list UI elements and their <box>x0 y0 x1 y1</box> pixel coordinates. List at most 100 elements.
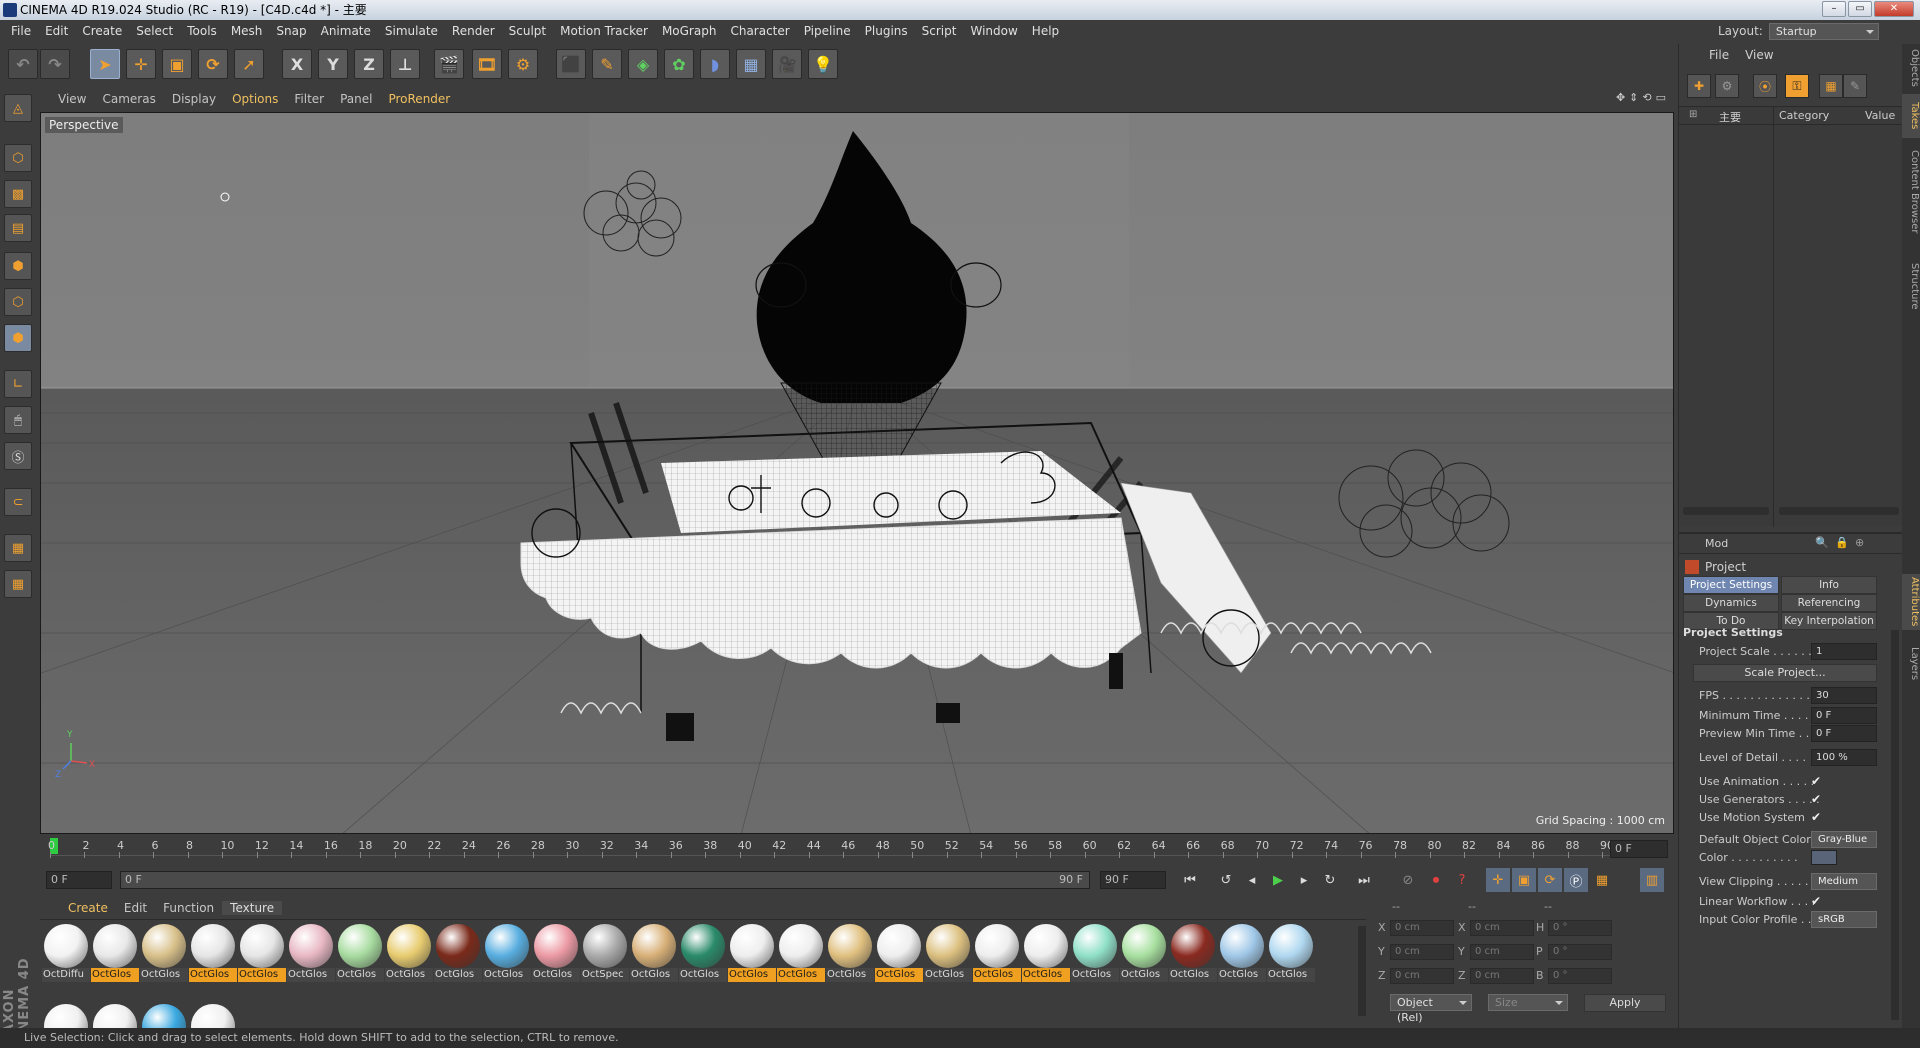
edges-mode-icon[interactable]: ⬡ <box>4 288 32 316</box>
material-swatch[interactable]: OctGlos <box>728 924 776 982</box>
preview-range-slider[interactable]: 0 F 90 F <box>120 871 1090 889</box>
texture-mode-icon[interactable]: ▩ <box>4 180 32 208</box>
menu-snap[interactable]: Snap <box>269 20 313 42</box>
play-icon[interactable]: ▶ <box>1266 868 1290 892</box>
points-mode-icon[interactable]: ⬢ <box>4 252 32 280</box>
viewport-menu-panel[interactable]: Panel <box>332 92 380 106</box>
end-frame-field[interactable]: 90 F <box>1100 871 1166 889</box>
viewport-menu-display[interactable]: Display <box>164 92 224 106</box>
tweak-mode-icon[interactable]: 🖱 <box>4 406 32 434</box>
side-tab-structure[interactable]: Structure <box>1902 244 1920 328</box>
side-tab-takes[interactable]: Takes <box>1902 94 1920 138</box>
material-tab-function[interactable]: Function <box>155 901 222 915</box>
material-swatch[interactable] <box>91 1004 139 1028</box>
material-swatch[interactable]: OctGlos <box>1218 924 1266 982</box>
attribute-value-field[interactable]: 1 <box>1811 643 1877 660</box>
objects-menu-view[interactable]: View <box>1745 48 1773 62</box>
take-tools-icon[interactable]: ✎ <box>1843 74 1867 98</box>
attribute-checkbox[interactable]: ✔ <box>1811 894 1821 908</box>
make-editable-icon[interactable]: ◬ <box>4 94 32 122</box>
material-swatch[interactable]: OctGlos <box>1169 924 1217 982</box>
menu-create[interactable]: Create <box>75 20 129 42</box>
viewport-menu-prorender[interactable]: ProRender <box>380 92 458 106</box>
render-view-icon[interactable]: 🎬 <box>434 49 464 79</box>
menu-file[interactable]: File <box>4 20 38 42</box>
material-swatch[interactable] <box>189 1004 237 1028</box>
menu-window[interactable]: Window <box>963 20 1024 42</box>
material-swatch[interactable]: OctGlos <box>924 924 972 982</box>
floor-icon[interactable]: ▦ <box>736 49 766 79</box>
material-swatch[interactable]: OctGlos <box>1022 924 1070 982</box>
axis-mode-icon[interactable]: ∟ <box>4 370 32 398</box>
material-swatch[interactable]: OctGlos <box>483 924 531 982</box>
orbit-icon[interactable]: ⟲ <box>1642 91 1651 104</box>
coord-value-field[interactable]: 0 ° <box>1548 944 1612 960</box>
light-icon[interactable]: 💡 <box>808 49 838 79</box>
cube-icon[interactable]: ⬛ <box>556 49 586 79</box>
material-swatch[interactable]: OctGlos <box>973 924 1021 982</box>
subdivision-icon[interactable]: ◈ <box>628 49 658 79</box>
previous-key-icon[interactable]: ↺ <box>1214 868 1238 892</box>
cloner-icon[interactable]: ✿ <box>664 49 694 79</box>
material-swatch[interactable]: OctGlos <box>1120 924 1168 982</box>
value-column-header[interactable]: Value <box>1865 109 1895 122</box>
coord-value-field[interactable]: 0 cm <box>1470 920 1534 936</box>
material-swatch[interactable] <box>42 1004 90 1028</box>
viewport-menu-cameras[interactable]: Cameras <box>94 92 163 106</box>
coordinate-system-icon[interactable]: ⊥ <box>390 49 420 79</box>
locked-workplane-icon[interactable]: ▦ <box>4 534 32 562</box>
material-swatch[interactable] <box>140 1004 188 1028</box>
material-swatch[interactable]: OctGlos <box>777 924 825 982</box>
attribute-dropdown[interactable]: Gray-Blue <box>1811 831 1877 848</box>
coord-size-dropdown[interactable]: Size <box>1488 994 1568 1011</box>
material-tab-create[interactable]: Create <box>60 901 116 915</box>
material-swatch[interactable]: OctSpec <box>581 924 629 982</box>
material-scrollbar[interactable] <box>1358 926 1366 1016</box>
planar-workplane-icon[interactable]: ▦ <box>4 570 32 598</box>
menu-sculpt[interactable]: Sculpt <box>502 20 553 42</box>
render-settings-icon[interactable]: ⚙ <box>508 49 538 79</box>
material-swatch[interactable]: OctGlos <box>140 924 188 982</box>
tab-dynamics[interactable]: Dynamics <box>1683 594 1779 612</box>
material-swatch[interactable]: OctGlos <box>532 924 580 982</box>
perspective-viewport[interactable]: Y X Z Perspective Grid Spacing : 1000 cm <box>40 112 1674 834</box>
close-button[interactable]: ✕ <box>1874 1 1914 17</box>
menu-animate[interactable]: Animate <box>314 20 378 42</box>
menu-pipeline[interactable]: Pipeline <box>797 20 858 42</box>
snap-icon[interactable]: Ⓢ <box>4 442 32 470</box>
current-frame-field[interactable]: 0 F <box>1610 840 1668 858</box>
apply-button[interactable]: Apply <box>1584 994 1666 1012</box>
scheme-settings-icon[interactable]: ▥ <box>1640 868 1664 892</box>
coord-value-field[interactable]: 0 cm <box>1390 944 1454 960</box>
menu-edit[interactable]: Edit <box>38 20 75 42</box>
menu-render[interactable]: Render <box>445 20 502 42</box>
coord-value-field[interactable]: 0 ° <box>1548 968 1612 984</box>
material-swatch[interactable]: OctGlos <box>91 924 139 982</box>
pen-spline-icon[interactable]: ✎ <box>592 49 622 79</box>
attribute-value-field[interactable]: 100 % <box>1811 749 1877 766</box>
viewport-menu-view[interactable]: View <box>50 92 94 106</box>
render-picture-viewer-icon[interactable]: 🎞 <box>472 49 502 79</box>
attribute-scrollbar[interactable] <box>1891 630 1899 1020</box>
camera-label[interactable]: Perspective <box>45 117 123 133</box>
objects-menu-file[interactable]: File <box>1709 48 1729 62</box>
take-overrides-icon[interactable]: ⚙ <box>1715 74 1739 98</box>
workplane-icon[interactable]: ▤ <box>4 214 32 242</box>
rotate-icon[interactable]: ⟳ <box>198 49 228 79</box>
menu-select[interactable]: Select <box>129 20 180 42</box>
attribute-dropdown[interactable]: Medium <box>1811 873 1877 890</box>
tab-info[interactable]: Info <box>1781 576 1877 594</box>
coord-value-field[interactable]: 0 cm <box>1390 920 1454 936</box>
color-swatch[interactable] <box>1811 850 1837 865</box>
mode-menu[interactable]: Mod <box>1705 537 1728 550</box>
record-scale-icon[interactable]: ▣ <box>1512 868 1536 892</box>
side-tab-layers[interactable]: Layers <box>1902 644 1920 684</box>
lock-overrides-icon[interactable]: ⚿ <box>1785 74 1809 98</box>
redo-icon[interactable]: ↷ <box>40 49 70 79</box>
material-tab-texture[interactable]: Texture <box>222 900 283 915</box>
menu-mesh[interactable]: Mesh <box>224 20 270 42</box>
material-swatch[interactable]: OctDiffu <box>42 924 90 982</box>
attribute-checkbox[interactable]: ✔ <box>1811 774 1821 788</box>
root-take-label[interactable]: 主要 <box>1719 109 1741 125</box>
deformer-icon[interactable]: ◗ <box>700 49 730 79</box>
